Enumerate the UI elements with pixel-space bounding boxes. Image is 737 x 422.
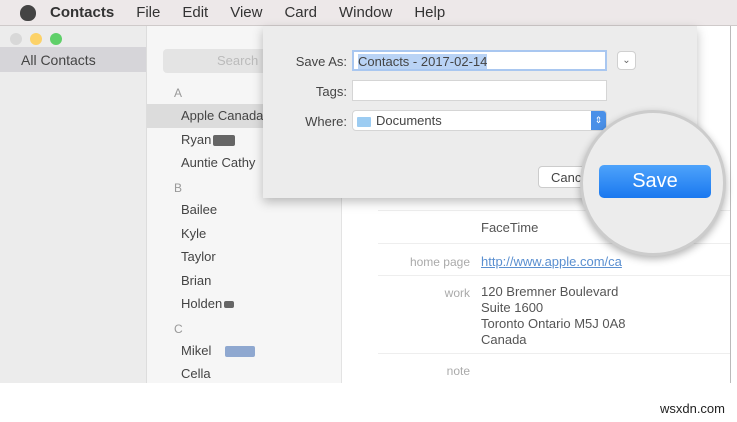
contact-name: Auntie Cathy <box>181 155 256 170</box>
magnifier-callout: Save <box>580 110 726 256</box>
where-select[interactable]: Documents ⇕ <box>352 110 607 131</box>
contact-name: Holden <box>181 296 223 311</box>
updown-icon: ⇕ <box>591 111 606 130</box>
section-header: C <box>174 322 183 336</box>
save-as-label: Save As: <box>295 54 347 69</box>
list-item[interactable]: Kyle <box>147 222 342 246</box>
note-label: note <box>446 364 470 378</box>
list-item[interactable]: Taylor <box>147 245 342 269</box>
menu-window[interactable]: Window <box>339 4 392 21</box>
minimize-button[interactable] <box>30 33 42 45</box>
section-header: B <box>174 181 183 195</box>
search-placeholder: Search <box>217 53 259 68</box>
menu-card[interactable]: Card <box>284 4 317 21</box>
contact-name: Kyle <box>181 226 207 241</box>
menu-edit[interactable]: Edit <box>182 4 208 21</box>
menu-app[interactable]: Contacts <box>50 4 114 21</box>
redaction <box>213 135 236 147</box>
address-line: Canada <box>481 332 527 347</box>
contact-name: Ryan <box>181 132 212 147</box>
tags-label: Tags: <box>315 84 347 99</box>
work-address: 120 Bremner Boulevard Suite 1600 Toronto… <box>481 284 626 348</box>
address-line: 120 Bremner Boulevard <box>481 284 619 299</box>
list-item[interactable]: Brian <box>147 269 342 293</box>
contact-name: Mikel <box>181 343 212 358</box>
home-page-label: home page <box>409 255 470 269</box>
where-value: Documents <box>376 113 442 128</box>
contact-name: Apple Canada <box>181 108 264 123</box>
where-label: Where: <box>305 114 347 129</box>
save-button[interactable]: Save <box>599 165 711 198</box>
watermark: wsxdn.com <box>659 401 725 416</box>
tags-input[interactable] <box>352 80 607 101</box>
list-item[interactable]: Holden <box>147 292 342 316</box>
close-button[interactable] <box>10 33 22 45</box>
work-label: work <box>444 286 470 300</box>
redaction <box>224 301 235 309</box>
contact-name: Bailee <box>181 202 218 217</box>
contact-name: Taylor <box>181 249 216 264</box>
zoom-button[interactable] <box>50 33 62 45</box>
section-header: A <box>174 86 183 100</box>
redaction <box>225 346 256 358</box>
facetime-link[interactable]: FaceTime <box>481 220 538 236</box>
contact-name: Cella <box>181 366 211 381</box>
list-item[interactable]: Mikel <box>147 339 342 363</box>
list-item[interactable]: Bailee <box>147 198 342 222</box>
folder-icon <box>357 116 371 127</box>
sidebar-item-all-contacts[interactable]: All Contacts <box>0 47 146 72</box>
menu-file[interactable]: File <box>136 4 160 21</box>
apple-icon[interactable] <box>20 4 36 21</box>
list-item[interactable]: Cella <box>147 362 342 386</box>
contact-name: Brian <box>181 273 212 288</box>
home-page-link[interactable]: http://www.apple.com/ca <box>481 254 622 270</box>
address-line: Toronto Ontario M5J 0A8 <box>481 316 626 331</box>
menu-help[interactable]: Help <box>414 4 445 21</box>
address-line: Suite 1600 <box>481 300 544 315</box>
chevron-down-icon[interactable]: ⌄ <box>617 51 636 70</box>
sidebar: All Contacts <box>0 26 147 383</box>
save-as-input[interactable]: Contacts - 2017-02-14 <box>352 50 607 71</box>
save-as-value: Contacts - 2017-02-14 <box>358 54 488 69</box>
menu-view[interactable]: View <box>230 4 262 21</box>
menu-bar: Contacts File Edit View Card Window Help <box>0 0 737 26</box>
